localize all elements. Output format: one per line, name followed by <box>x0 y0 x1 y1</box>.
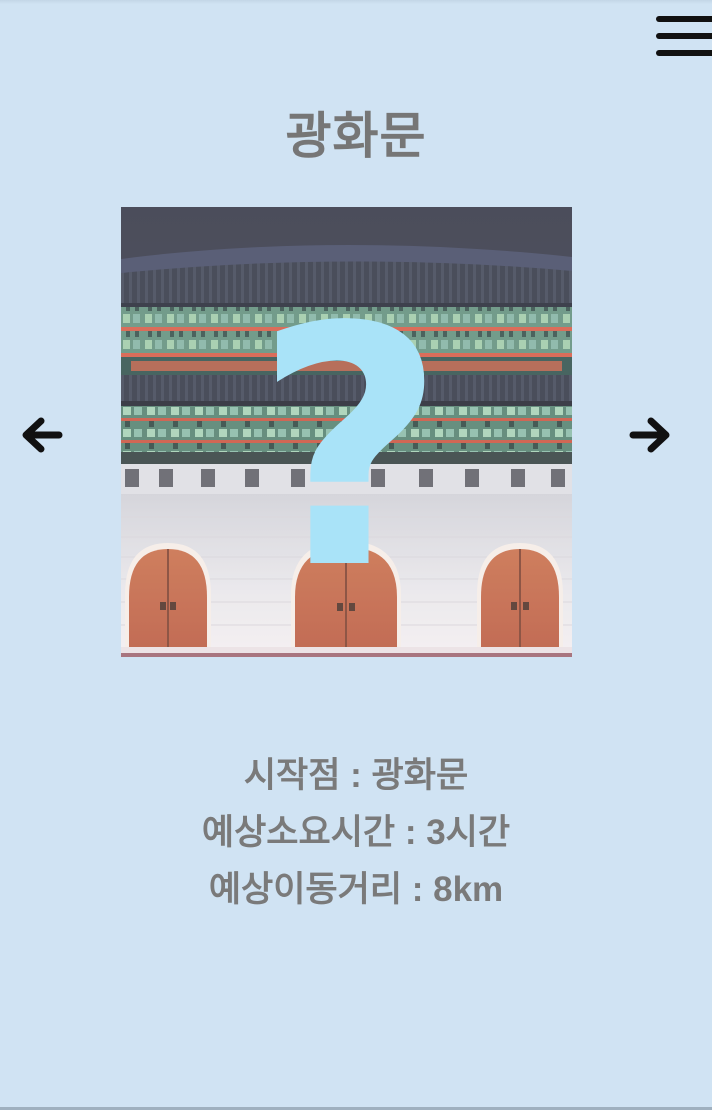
page-title: 광화문 <box>285 107 427 165</box>
menu-bar-bottom <box>656 50 712 56</box>
route-info: 시작점 : 광화문 예상소요시간 : 3시간 예상이동거리 : 8km <box>0 747 712 918</box>
menu-bar-top <box>656 16 712 22</box>
question-mark-overlay: ? <box>254 257 445 641</box>
menu-bar-middle <box>656 33 712 39</box>
arrow-right-icon[interactable] <box>629 413 673 457</box>
arrow-left-icon[interactable] <box>19 413 63 457</box>
start-point-text: 시작점 : 광화문 <box>243 756 469 795</box>
distance-text: 예상이동거리 : 8km <box>208 870 504 909</box>
place-photo: ? <box>121 207 572 657</box>
status-edge <box>0 0 712 4</box>
hamburger-menu-icon[interactable] <box>650 16 712 60</box>
duration-text: 예상소요시간 : 3시간 <box>201 813 511 852</box>
